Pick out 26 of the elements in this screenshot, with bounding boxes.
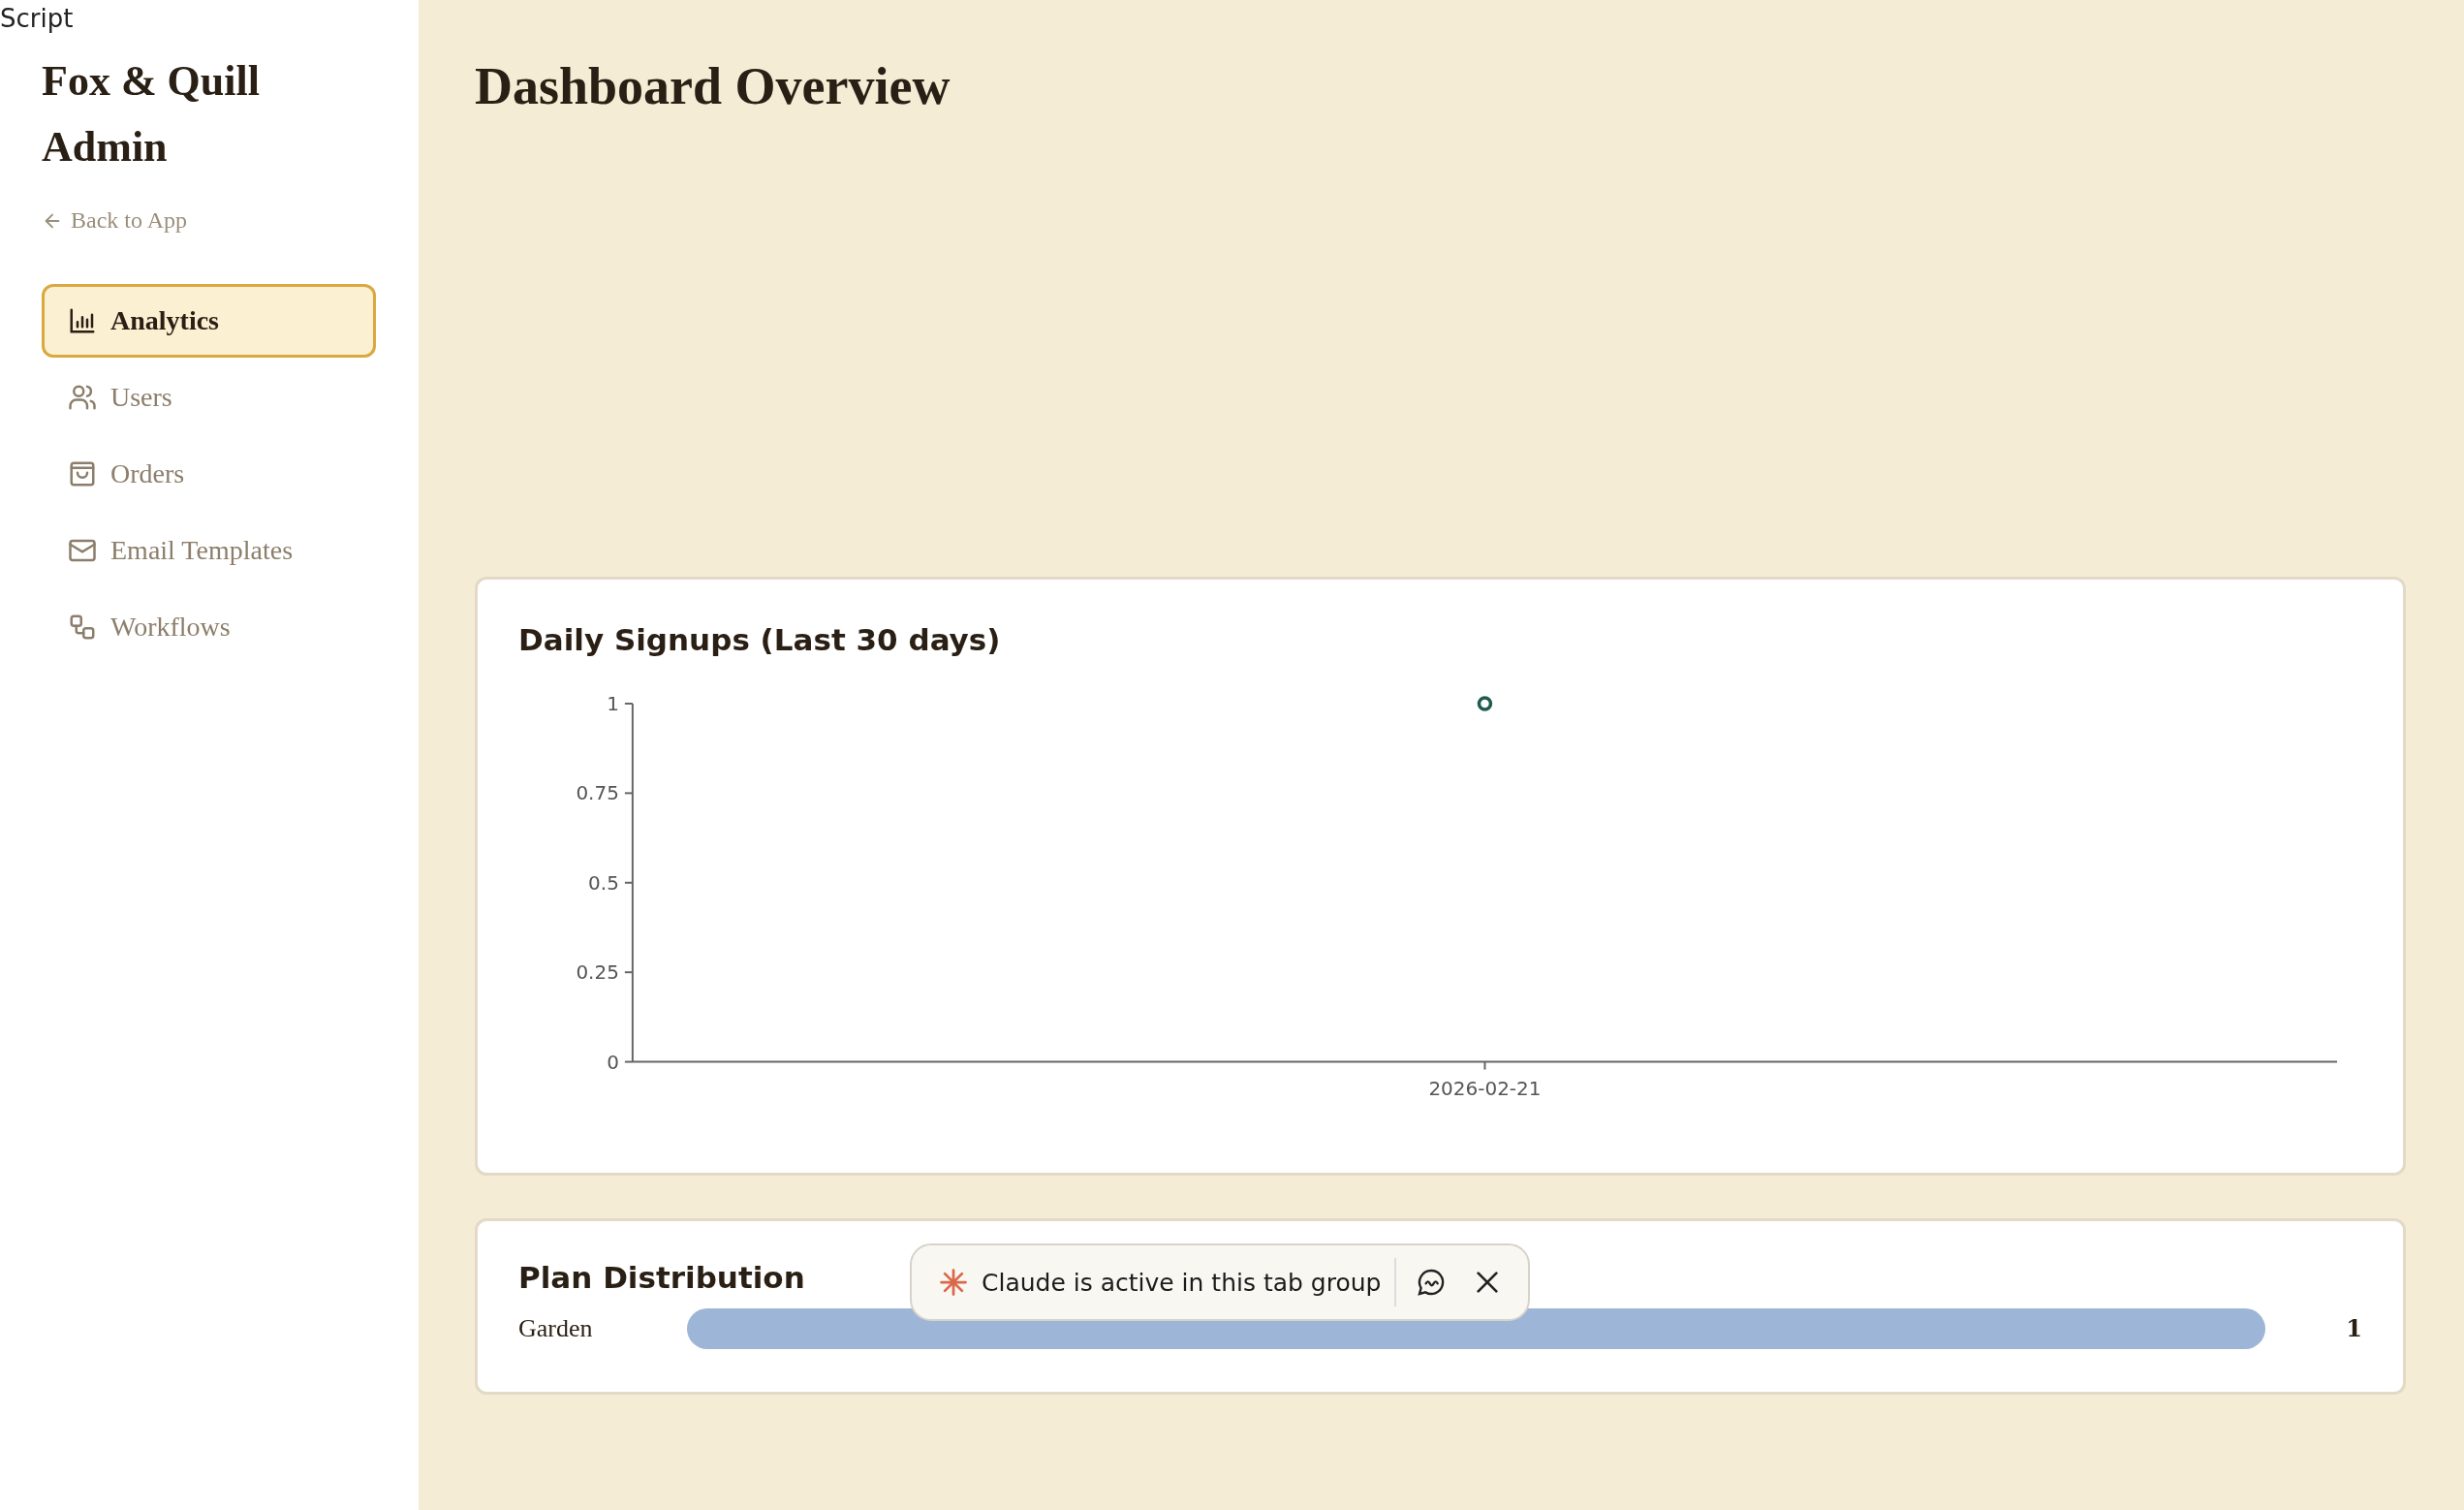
shopping-bag-icon: [68, 459, 97, 488]
nav-item[interactable]: Users: [42, 361, 376, 434]
y-tick-label: 0.25: [576, 960, 619, 985]
nav-item[interactable]: Orders: [42, 437, 376, 511]
back-link[interactable]: Back to App: [42, 207, 187, 234]
nav-item[interactable]: Email Templates: [42, 514, 376, 587]
y-tick-label: 0.75: [576, 781, 619, 805]
sparkle-icon: [939, 1268, 968, 1297]
corner-label: Script: [0, 4, 74, 33]
x-tick-label: 2026-02-21: [1428, 1076, 1542, 1100]
nav-item[interactable]: Analytics: [42, 284, 376, 358]
card-title: Daily Signups (Last 30 days): [518, 622, 1001, 657]
page-title: Dashboard Overview: [475, 56, 951, 116]
y-tick-label: 1: [607, 691, 619, 715]
y-tick-label: 0.5: [588, 870, 619, 895]
plan-name: Garden: [518, 1313, 594, 1343]
users-icon: [68, 383, 97, 412]
toast-message: Claude is active in this tab group: [982, 1268, 1382, 1297]
plan-count: 1: [2345, 1314, 2362, 1342]
data-point: [1477, 696, 1493, 711]
y-tick-label: 0: [607, 1050, 619, 1074]
card-title: Plan Distribution: [518, 1259, 805, 1295]
bar-chart-icon: [68, 306, 97, 335]
workflow-icon: [68, 613, 97, 642]
app-title: Fox & Quill Admin: [42, 56, 261, 173]
nav-item[interactable]: Workflows: [42, 590, 376, 664]
